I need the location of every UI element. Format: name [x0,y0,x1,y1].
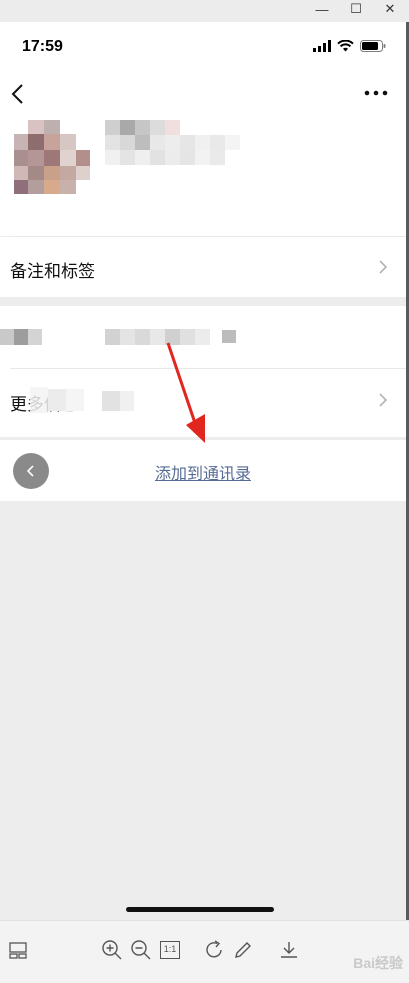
maximize-button[interactable]: ☐ [339,0,373,18]
status-bar: 17:59 [0,22,406,70]
chevron-left-icon[interactable] [8,82,30,106]
chevron-right-icon [379,393,388,407]
add-contact-row: 添加到通讯录 [0,440,406,501]
actual-size-icon[interactable]: 1:1 [160,941,180,959]
chevron-right-icon [379,260,388,274]
signal-icon [313,40,331,52]
info-section: 更多信息 [0,306,406,437]
close-window-button[interactable]: ✕ [373,0,407,18]
battery-icon [360,40,386,52]
watermark-text: Bai经验 [353,955,403,971]
thumbnail-icon[interactable] [8,939,30,961]
edit-icon[interactable] [232,939,254,961]
contact-name-blurred [105,120,240,178]
more-info-row[interactable]: 更多信息 [0,369,406,431]
profile-header [0,118,406,236]
avatar[interactable] [14,120,92,196]
region-info-blurred [0,326,240,348]
remarks-tags-row[interactable]: 备注和标签 [0,237,406,297]
status-time: 17:59 [22,38,63,55]
more-info-blur [30,387,134,413]
home-indicator [126,907,274,912]
wifi-icon [337,40,354,52]
zoom-in-icon[interactable] [101,939,123,961]
remarks-tags-label: 备注和标签 [10,262,95,281]
viewer-toolbar: 1:1 Bai经验 [0,920,409,983]
phone-screen: 17:59 备注和标签 添加到通讯录 [0,22,406,920]
add-to-contacts-link[interactable]: 添加到通讯录 [0,460,406,484]
download-icon[interactable] [278,939,300,961]
nav-bar [0,70,406,118]
ellipsis-icon[interactable] [364,88,388,98]
zoom-out-icon[interactable] [130,939,152,961]
minimize-button[interactable]: — [305,0,339,18]
rotate-icon[interactable] [203,939,225,961]
window-titlebar: — ☐ ✕ [0,0,409,22]
